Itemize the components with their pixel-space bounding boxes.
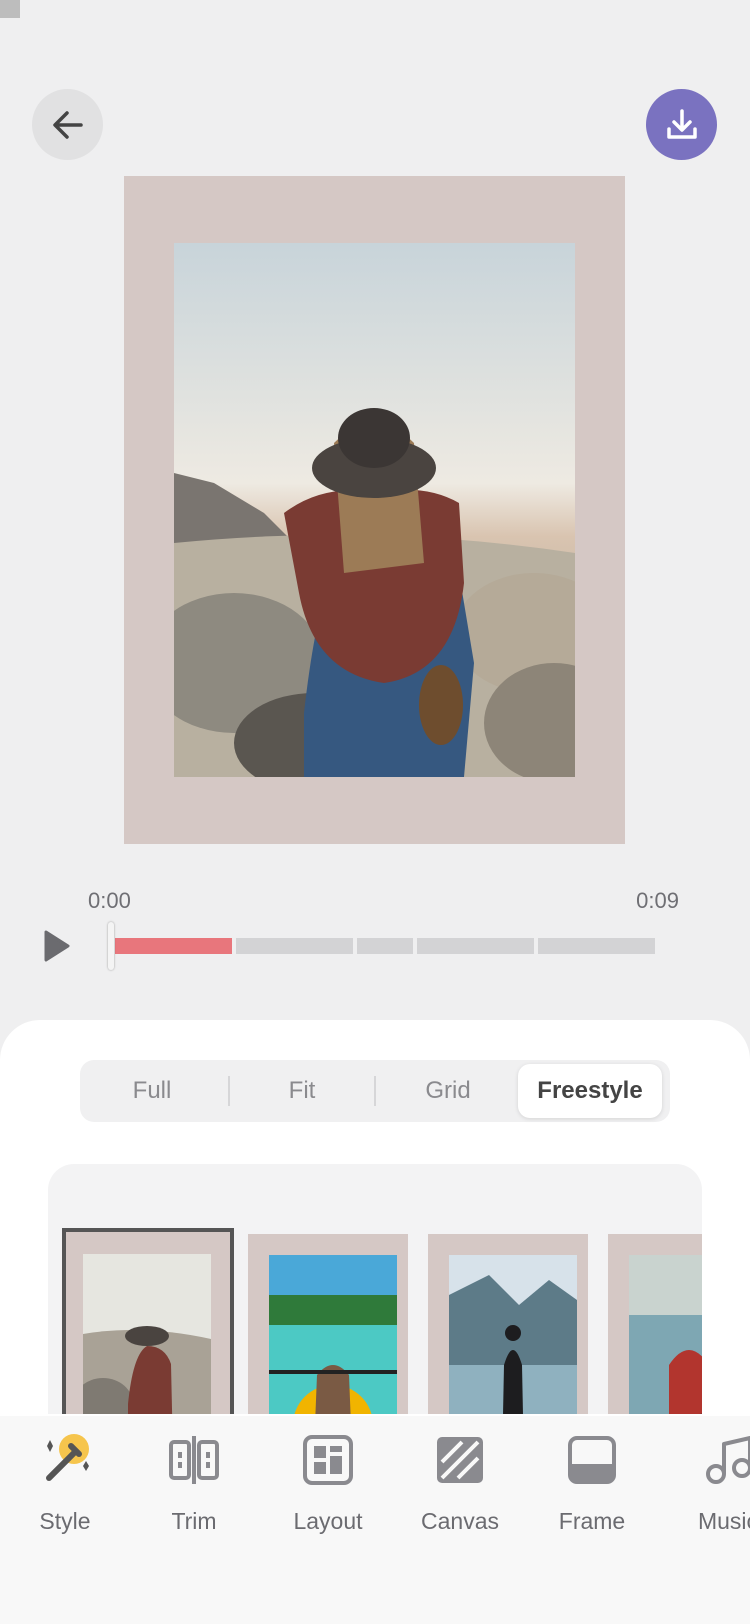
timeline-clip[interactable]	[417, 938, 534, 954]
back-button[interactable]	[32, 89, 103, 160]
download-icon	[666, 108, 697, 139]
toolbar-music[interactable]: Music	[668, 1432, 750, 1535]
thumbnail-4[interactable]	[608, 1234, 702, 1414]
timeline-clip[interactable]	[115, 938, 232, 954]
preview-canvas[interactable]	[124, 176, 625, 844]
timeline-clip[interactable]	[538, 938, 655, 954]
thumbnail-3[interactable]	[428, 1234, 588, 1414]
magic-wand-icon	[46, 1434, 89, 1481]
timeline-clip[interactable]	[357, 938, 413, 954]
thumbnail-1[interactable]	[62, 1228, 234, 1414]
timeline-clip[interactable]	[236, 938, 353, 954]
toolbar-canvas[interactable]: Canvas	[400, 1432, 520, 1535]
thumbnail-photo	[449, 1255, 577, 1414]
time-end: 0:09	[636, 888, 679, 913]
thumbnail-photo	[629, 1255, 702, 1414]
arrow-left-icon	[52, 110, 83, 139]
download-button[interactable]	[646, 89, 717, 160]
thumbnail-2[interactable]	[248, 1234, 408, 1414]
toolbar-label: Frame	[558, 1508, 626, 1534]
preview-photo	[174, 243, 575, 777]
layout-segmented-control: Full Fit Grid Freestyle	[80, 1060, 670, 1122]
style-thumbnails	[48, 1164, 702, 1414]
trim-icon	[169, 1436, 219, 1484]
tab-fit[interactable]: Fit	[230, 1060, 374, 1122]
tab-full[interactable]: Full	[80, 1060, 224, 1122]
toolbar-frame[interactable]: Frame	[532, 1432, 652, 1535]
toolbar-style[interactable]: Style	[5, 1432, 125, 1535]
play-icon[interactable]	[42, 928, 72, 964]
tab-freestyle[interactable]: Freestyle	[518, 1064, 662, 1118]
canvas-icon	[437, 1437, 483, 1483]
thumbnail-photo	[83, 1254, 211, 1414]
toolbar-label: Music	[697, 1508, 750, 1534]
bottom-toolbar: Style Trim Layout Canvas Frame Musi	[0, 1416, 750, 1624]
timeline-track[interactable]	[115, 938, 655, 954]
toolbar-layout[interactable]: Layout	[268, 1432, 388, 1535]
toolbar-trim[interactable]: Trim	[134, 1432, 254, 1535]
toolbar-label: Layout	[293, 1508, 363, 1534]
time-start: 0:00	[88, 888, 131, 913]
thumbnail-photo	[269, 1255, 397, 1414]
layout-icon	[303, 1435, 353, 1485]
music-icon	[706, 1436, 750, 1484]
playhead[interactable]	[108, 922, 114, 970]
tab-grid[interactable]: Grid	[376, 1060, 520, 1122]
status-indicator	[0, 0, 20, 18]
toolbar-label: Canvas	[421, 1508, 499, 1534]
toolbar-label: Style	[39, 1508, 91, 1534]
frame-icon	[568, 1436, 616, 1484]
toolbar-label: Trim	[171, 1508, 217, 1534]
